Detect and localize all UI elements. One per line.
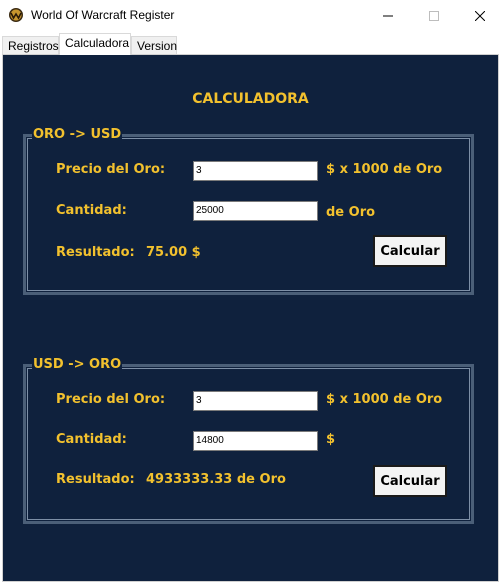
- close-button[interactable]: [457, 0, 503, 31]
- price-label: Precio del Oro:: [56, 392, 166, 407]
- maximize-button[interactable]: [411, 0, 457, 31]
- tab-registros[interactable]: Registros: [2, 36, 59, 54]
- price-label: Precio del Oro:: [56, 162, 166, 177]
- window-title: World Of Warcraft Register: [31, 8, 175, 22]
- tab-version[interactable]: Version: [131, 36, 177, 54]
- price-unit-label: $ x 1000 de Oro: [326, 392, 443, 407]
- close-icon: [475, 10, 485, 21]
- result-value: 75.00 $: [146, 245, 201, 260]
- title-bar[interactable]: World Of Warcraft Register: [0, 0, 503, 31]
- oro-to-usd-group: ORO -> USD Precio del Oro: 3 $ x 1000 de…: [23, 127, 474, 295]
- calculator-panel: CALCULADORA ORO -> USD Precio del Oro: 3…: [2, 54, 499, 582]
- price-input[interactable]: 3: [193, 161, 318, 181]
- quantity-label: Cantidad:: [56, 432, 127, 447]
- page-title: CALCULADORA: [192, 91, 309, 107]
- quantity-label: Cantidad:: [56, 203, 127, 218]
- wow-logo-icon: [8, 7, 24, 23]
- usd-to-oro-group: USD -> ORO Precio del Oro: 3 $ x 1000 de…: [23, 357, 474, 524]
- result-value: 4933333.33 de Oro: [146, 472, 286, 487]
- price-input[interactable]: 3: [193, 391, 318, 411]
- group-legend: ORO -> USD: [32, 127, 123, 142]
- quantity-unit-label: de Oro: [326, 205, 376, 220]
- app-window: World Of Warcraft Register Registros Cal…: [0, 0, 503, 585]
- tab-calculadora[interactable]: Calculadora: [59, 33, 131, 55]
- tab-bar: Registros Calculadora Version: [0, 33, 503, 55]
- maximize-icon: [429, 10, 439, 21]
- quantity-input[interactable]: 25000: [193, 201, 318, 221]
- quantity-input[interactable]: 14800: [193, 431, 318, 451]
- result-label: Resultado:: [56, 472, 135, 487]
- minimize-icon: [383, 15, 393, 16]
- quantity-unit-label: $: [326, 432, 336, 447]
- price-unit-label: $ x 1000 de Oro: [326, 162, 443, 177]
- result-label: Resultado:: [56, 245, 135, 260]
- calculate-button[interactable]: Calcular: [373, 465, 447, 497]
- minimize-button[interactable]: [365, 0, 411, 31]
- group-legend: USD -> ORO: [32, 357, 123, 372]
- calculate-button[interactable]: Calcular: [373, 235, 447, 267]
